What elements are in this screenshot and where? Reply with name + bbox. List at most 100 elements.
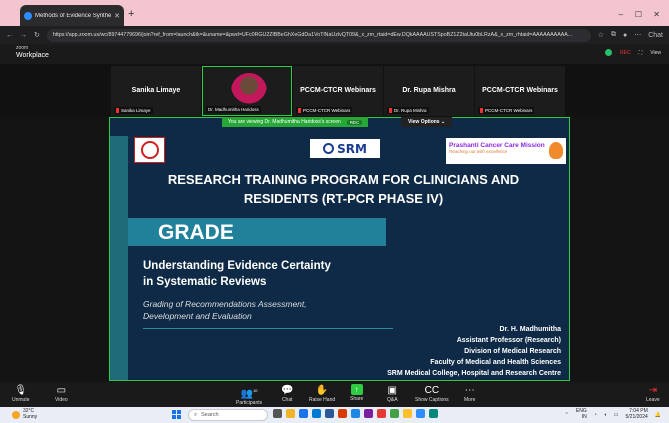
app-icon[interactable] <box>351 409 360 418</box>
weather-condition: Sunny <box>23 413 38 420</box>
participant-name: Sanika Limaye <box>131 87 181 94</box>
slide-accent-bar <box>110 136 128 380</box>
participant-label-text: Sanika Limaye <box>121 108 151 113</box>
microphone-icon: 🎙 <box>14 385 28 396</box>
participants-icon: 👥10 <box>240 388 258 400</box>
participant-tile[interactable]: PCCM-CTCR Webinars PCCM-CTCR Webinars <box>293 66 383 116</box>
app-icon[interactable] <box>403 409 412 418</box>
participant-tile-active[interactable]: Dr. Madhumitha Haridoss <box>202 66 292 116</box>
srm-logo: SRM <box>310 139 380 158</box>
zoom-app-icon[interactable] <box>416 409 425 418</box>
wifi-icon[interactable]: ◔ <box>594 412 597 418</box>
app-icon[interactable] <box>429 409 438 418</box>
hand-icon: ✋ <box>315 385 329 396</box>
shared-slide: SRM Prashanti Cancer Care Mission Reachi… <box>109 117 570 381</box>
store-icon[interactable] <box>312 409 321 418</box>
powerpoint-icon[interactable] <box>338 409 347 418</box>
app-icon[interactable] <box>377 409 386 418</box>
slide-divider <box>143 328 393 329</box>
share-viewing-banner: You are viewing Dr. Madhumitha Haridoss'… <box>222 117 369 127</box>
show-captions-button[interactable]: CC Show Captions <box>415 384 449 403</box>
muted-mic-icon <box>298 108 301 113</box>
chat-button[interactable]: Chat <box>648 32 663 39</box>
participant-tile[interactable]: Dr. Rupa Mishra Dr. Rupa Mishra <box>384 66 474 116</box>
pccm-logo-title: Prashanti Cancer Care Mission <box>449 142 545 149</box>
profile-icon[interactable]: ● <box>623 32 627 39</box>
qa-button[interactable]: ▣ Q&A <box>387 384 398 403</box>
leave-button[interactable]: ⇥ Leave <box>646 384 660 403</box>
task-view-icon[interactable] <box>273 409 282 418</box>
unmute-button[interactable]: 🎙 Unmute <box>12 384 30 403</box>
chat-bubble-icon: 💬 <box>281 385 294 396</box>
weather-widget[interactable]: 32°C Sunny <box>12 408 38 420</box>
menu-icon[interactable]: ⋯ <box>634 31 641 39</box>
battery-icon[interactable]: ▭ <box>614 412 619 418</box>
language-indicator[interactable]: ENG IN <box>576 408 587 420</box>
address-bar[interactable]: https://app.zoom.us/wc/89744779696/join?… <box>46 28 591 42</box>
star-icon[interactable]: ☆ <box>598 31 604 39</box>
taskbar-search[interactable]: ⌕ Search <box>188 409 268 421</box>
author-line: Faculty of Medical and Health Sciences <box>430 359 561 366</box>
zoom-logo: zoom Workplace <box>16 46 49 60</box>
zoom-header: zoom Workplace REC ⛶ View <box>0 44 669 64</box>
grade-text: GRADE <box>158 221 234 244</box>
zoom-logo-bottom: Workplace <box>16 52 49 59</box>
clock[interactable]: 7:04 PM 5/21/2024 <box>625 408 648 420</box>
participant-label: PCCM-CTCR Webinars <box>478 107 535 114</box>
close-tab-icon[interactable]: ✕ <box>114 12 120 20</box>
srm-emblem-icon <box>323 143 335 154</box>
close-window-icon[interactable]: ✕ <box>653 10 660 19</box>
participant-name: PCCM-CTCR Webinars <box>300 87 376 94</box>
browser-tab[interactable]: Methods of Evidence Synthe... ✕ <box>20 5 124 26</box>
word-icon[interactable] <box>325 409 334 418</box>
slide-title-line: RESEARCH TRAINING PROGRAM FOR CLINICIANS… <box>167 172 520 187</box>
view-button[interactable]: View <box>650 50 661 56</box>
chat-toolbar-button[interactable]: 💬 Chat <box>281 384 293 403</box>
slide-subtitle-line: Understanding Evidence Certainty <box>143 260 331 272</box>
reload-icon[interactable]: ↻ <box>34 31 40 39</box>
notification-bell-icon[interactable]: 🔔 <box>655 412 661 418</box>
more-label: More <box>464 397 476 403</box>
share-banner-text: You are viewing Dr. Madhumitha Haridoss'… <box>228 119 341 125</box>
camera-icon: ▭ <box>56 385 67 396</box>
fullscreen-icon[interactable]: ⛶ <box>639 50 643 56</box>
view-options-button[interactable]: View Options ⌄ <box>401 117 453 127</box>
captions-icon: CC <box>424 385 440 396</box>
browser-tab-bar: Methods of Evidence Synthe... ✕ + – ☐ ✕ <box>0 0 669 26</box>
system-tray: ⌃ ENG IN ◔ ◖ ▭ 7:04 PM 5/21/2024 🔔 <box>565 408 661 420</box>
edge-icon[interactable] <box>299 409 308 418</box>
search-placeholder: Search <box>201 412 219 418</box>
slide-italic-line: Development and Evaluation <box>143 311 252 321</box>
new-tab-button[interactable]: + <box>128 8 134 20</box>
chevron-up-icon[interactable]: ⌃ <box>565 412 569 418</box>
slide-subtitle: Understanding Evidence Certainty in Syst… <box>143 258 331 290</box>
minimize-icon[interactable]: – <box>619 10 623 19</box>
maximize-icon[interactable]: ☐ <box>635 10 642 19</box>
more-icon: ⋯ <box>464 385 475 396</box>
slide-italic-text: Grading of Recommendations Assessment, D… <box>143 298 307 322</box>
participant-tile[interactable]: PCCM-CTCR Webinars PCCM-CTCR Webinars <box>475 66 565 116</box>
raise-hand-button[interactable]: ✋ Raise Hand <box>309 384 335 403</box>
clock-date: 5/21/2024 <box>625 413 648 420</box>
slide-subtitle-line: in Systematic Reviews <box>143 276 267 288</box>
more-button[interactable]: ⋯ More <box>464 384 475 403</box>
video-button[interactable]: ▭ Video <box>55 384 68 403</box>
participants-label: Participants <box>236 400 263 407</box>
forward-icon[interactable]: → <box>20 32 27 39</box>
participants-button[interactable]: 👥10 Participants <box>236 384 262 406</box>
author-line: Assistant Professor (Research) <box>456 337 561 344</box>
search-icon: ⌕ <box>194 411 198 418</box>
windows-start-icon[interactable] <box>172 410 181 419</box>
file-explorer-icon[interactable] <box>286 409 295 418</box>
participant-tile[interactable]: Sanika Limaye Sanika Limaye <box>111 66 201 116</box>
volume-icon[interactable]: ◖ <box>604 412 607 418</box>
participant-label-text: PCCM-CTCR Webinars <box>303 108 351 113</box>
back-icon[interactable]: ← <box>6 32 13 39</box>
seal-icon <box>140 141 159 159</box>
language-bottom: IN <box>581 413 587 420</box>
share-button[interactable]: ↑ Share <box>350 384 363 402</box>
extension-icon[interactable]: ⧉ <box>611 31 616 39</box>
app-icon[interactable] <box>364 409 373 418</box>
chat-label: Chat <box>281 397 293 403</box>
chrome-icon[interactable] <box>390 409 399 418</box>
